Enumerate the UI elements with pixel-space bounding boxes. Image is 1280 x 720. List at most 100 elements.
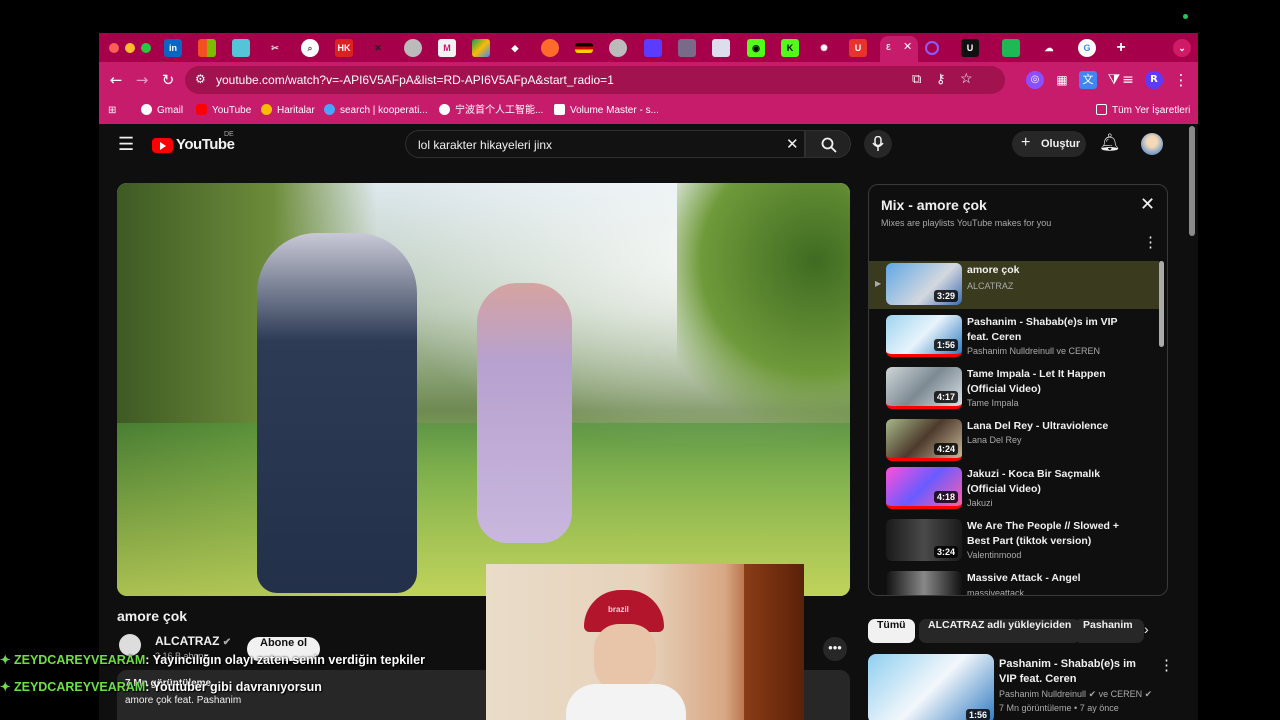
mix-item[interactable]: 4:18 Jakuzi - Koca Bir Saçmalık (Officia…	[869, 465, 1159, 517]
address-bar[interactable]: ⚙ youtube.com/watch?v=-API6V5AFpA&list=R…	[185, 66, 1005, 94]
extension-icon[interactable]: ◎	[1026, 71, 1044, 89]
tab-tool[interactable]: ✂	[266, 39, 284, 57]
site-settings-icon[interactable]: ⚙	[195, 72, 206, 86]
mix-item-channel: Jakuzi	[967, 498, 993, 508]
page-scrollbar[interactable]	[1189, 126, 1195, 236]
recommended-title[interactable]: Pashanim - Shabab(e)s im VIP feat. Ceren	[999, 657, 1149, 687]
search-input[interactable]: lol karakter hikayeleri jinx ✕	[405, 130, 805, 158]
tab-flag[interactable]	[575, 43, 593, 53]
chat-diamond-icon: ✦	[0, 680, 11, 694]
tab-uw[interactable]: U	[961, 39, 979, 57]
bookmark-ai[interactable]: 宁波首个人工智能...	[439, 103, 543, 119]
bookmark-youtube[interactable]: YouTube	[196, 103, 251, 119]
cast-icon[interactable]: ⧉	[912, 71, 921, 87]
account-avatar[interactable]	[1141, 133, 1163, 155]
browser-menu-icon[interactable]: ⋮	[1172, 71, 1190, 89]
clear-search-icon[interactable]: ✕	[786, 135, 799, 153]
mix-item-title: Lana Del Rey - Ultraviolence	[967, 420, 1109, 432]
bookmark-label: search | kooperati...	[340, 105, 428, 116]
curtain	[744, 564, 804, 720]
recommended-thumbnail[interactable]: 1:56	[868, 654, 994, 720]
media-queue-icon[interactable]: ≡	[1119, 71, 1137, 89]
reload-icon[interactable]: ↻	[159, 71, 177, 89]
all-bookmarks[interactable]: Tüm Yer İşaretleri	[1096, 103, 1190, 119]
key-icon[interactable]: ⚷	[936, 71, 946, 87]
mix-item[interactable]: 4:17 Tame Impala - Let It Happen (Offici…	[869, 365, 1159, 417]
tab-kick[interactable]: K	[781, 39, 799, 57]
bookmark-maps[interactable]: Haritalar	[261, 103, 315, 119]
tab-microsoft[interactable]	[198, 39, 216, 57]
tab-news[interactable]: HK	[335, 39, 353, 57]
mix-item[interactable]: 1:56 Pashanim - Shabab(e)s im VIP feat. …	[869, 313, 1159, 365]
bookmark-label: YouTube	[212, 105, 252, 116]
bookmark-gmail[interactable]: Gmail	[141, 103, 183, 119]
tab-game[interactable]: ◉	[747, 39, 765, 57]
mix-item[interactable]: ▶ 3:29 amore çok ALCATRAZ	[869, 261, 1159, 309]
star-icon[interactable]: ☆	[960, 70, 973, 87]
forward-arrow-icon[interactable]: →	[133, 71, 151, 89]
chat-message: ✦ ZEYDCAREYVEARAM: Yayıncılığın olayı za…	[0, 652, 425, 667]
tab-app[interactable]	[644, 39, 662, 57]
mix-item[interactable]: 3:24 We Are The People // Slowed + Best …	[869, 517, 1159, 569]
tab-azure[interactable]	[232, 39, 250, 57]
new-tab-button[interactable]: +	[1112, 39, 1130, 57]
apps-grid-icon[interactable]: ⊞	[108, 103, 116, 119]
mix-thumbnail: 4:17	[886, 367, 962, 409]
menu-hamburger-icon[interactable]: ☰	[118, 134, 134, 155]
tab-mail[interactable]: M	[438, 39, 456, 57]
tab-search[interactable]: ⌕	[301, 39, 319, 57]
tab-loop[interactable]	[925, 41, 939, 55]
tab-globe-2[interactable]	[609, 39, 627, 57]
extension-volume-icon[interactable]: ▦	[1053, 71, 1071, 89]
tab-drive[interactable]	[472, 39, 490, 57]
channel-name-wrap[interactable]: ALCATRAZ ✔	[155, 634, 231, 648]
mix-item[interactable]: 4:24 Lana Del Rey - Ultraviolence Lana D…	[869, 417, 1159, 469]
chips-next-chevron-icon[interactable]: ›	[1144, 621, 1149, 637]
mix-item-channel: Lana Del Rey	[967, 435, 1022, 445]
tab-openai[interactable]: ✺	[815, 39, 833, 57]
search-button[interactable]	[805, 130, 851, 158]
tab-cross[interactable]: ✕	[369, 39, 387, 57]
more-actions-icon[interactable]: •••	[823, 637, 847, 661]
recommended-menu-icon[interactable]: ⋮	[1159, 656, 1174, 674]
mix-playlist-panel: Mix - amore çok Mixes are playlists YouT…	[868, 184, 1168, 596]
close-mix-icon[interactable]: ✕	[1140, 194, 1155, 215]
verified-badge-icon: ✔	[1088, 689, 1097, 699]
chip-pashanim[interactable]: Pashanim	[1074, 619, 1144, 643]
minimize-window-button[interactable]	[125, 43, 135, 53]
notifications-bell-icon[interactable]: 🔔︎	[1099, 133, 1121, 153]
duration-badge: 4:17	[933, 391, 958, 403]
create-button[interactable]: + Oluştur	[1012, 131, 1086, 157]
tab-google[interactable]: G	[1078, 39, 1096, 57]
tab-figure[interactable]: ◆	[506, 39, 524, 57]
tab-globe[interactable]	[404, 39, 422, 57]
chip-from-uploader[interactable]: ALCATRAZ adlı yükleyiciden	[919, 619, 1081, 643]
verified-badge-icon: ✔	[222, 637, 232, 648]
mix-menu-icon[interactable]: ⋮	[1143, 233, 1158, 251]
maximize-window-button[interactable]	[141, 43, 151, 53]
tab-sheet[interactable]	[1002, 39, 1020, 57]
tab-pride[interactable]: ☁	[1040, 39, 1058, 57]
close-window-button[interactable]	[109, 43, 119, 53]
tab-image[interactable]	[678, 39, 696, 57]
tab-active[interactable]: ε ✕	[880, 36, 918, 62]
voice-search-button[interactable]	[864, 130, 892, 158]
tab-reddit[interactable]	[541, 39, 559, 57]
close-tab-icon[interactable]: ✕	[903, 40, 912, 53]
video-player[interactable]	[117, 183, 850, 596]
bookmark-search[interactable]: search | kooperati...	[324, 103, 428, 119]
tab-linkedin[interactable]: in	[164, 39, 182, 57]
youtube-logo-icon	[152, 138, 173, 153]
tab-list-chevron-icon[interactable]: ⌄	[1173, 39, 1191, 57]
mix-scrollbar[interactable]	[1159, 261, 1164, 347]
chip-all[interactable]: Tümü	[868, 619, 915, 643]
bookmark-volume-master[interactable]: Volume Master - s...	[554, 103, 659, 119]
back-arrow-icon[interactable]: ←	[107, 71, 125, 89]
mix-item-title: Jakuzi - Koca Bir Saçmalık (Official Vid…	[967, 468, 1101, 495]
tab-doc[interactable]	[712, 39, 730, 57]
translate-icon[interactable]: 文	[1079, 71, 1097, 89]
mix-item[interactable]: Massive Attack - Angel massiveattack	[869, 569, 1159, 595]
profile-avatar[interactable]: R	[1145, 71, 1163, 89]
plus-icon: +	[1021, 134, 1031, 151]
tab-u[interactable]: U	[849, 39, 867, 57]
